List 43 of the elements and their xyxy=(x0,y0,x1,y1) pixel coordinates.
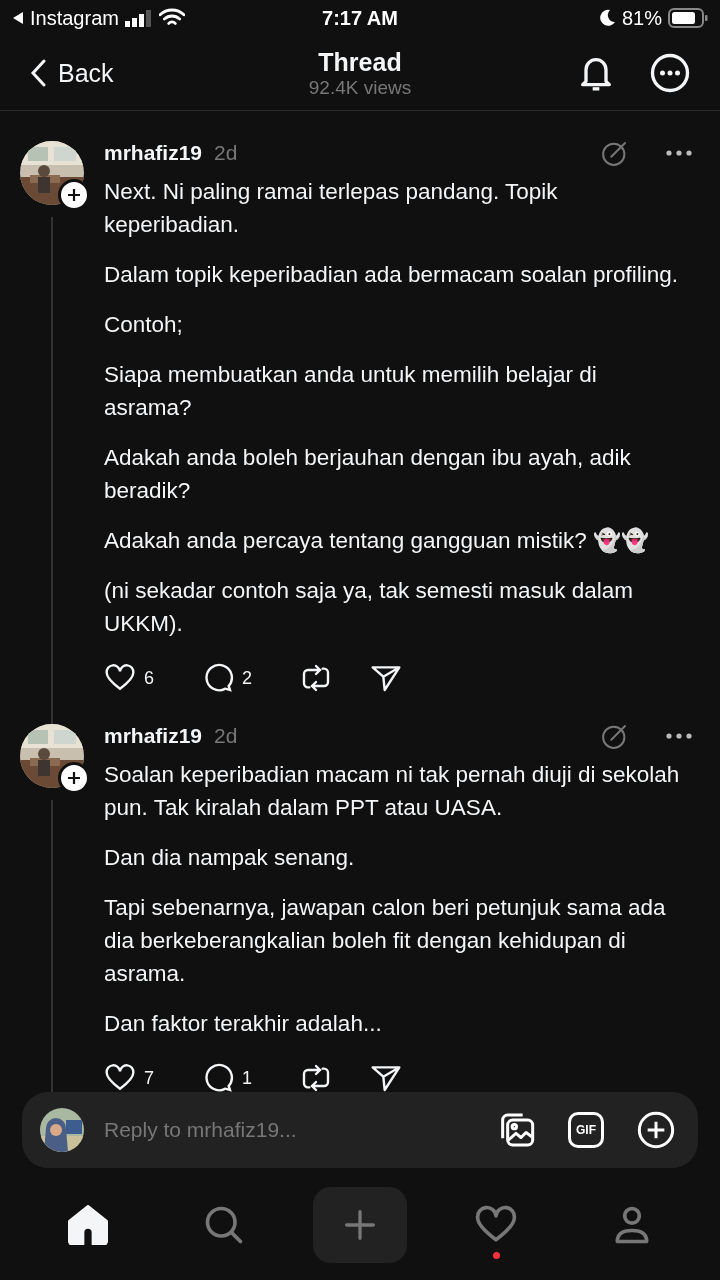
post-text: (ni sekadar contoh saja ya, tak semesti masuk dalam UKKM). xyxy=(104,577,634,638)
speech-bubble-icon xyxy=(202,1062,234,1092)
signal-icon xyxy=(124,9,153,27)
more-icon[interactable] xyxy=(666,149,692,157)
speech-bubble-icon xyxy=(202,662,234,694)
back-app-label[interactable]: Instagram xyxy=(30,6,119,30)
home-icon xyxy=(66,1205,110,1245)
post-text: Adakah anda percaya tentang gangguan mistik? 👻👻 xyxy=(104,527,651,555)
create-tab[interactable] xyxy=(313,1187,407,1263)
view-count: 92.4K views xyxy=(308,76,412,99)
heart-icon xyxy=(104,1062,136,1092)
like-button[interactable]: 6 xyxy=(104,662,202,694)
post-text: Tapi sebenarnya, jawapan calon beri petunjuk sama ada dia berkeberangkalian boleh fit dengan kehidupan di asrama. xyxy=(104,894,667,988)
post-text: Adakah anda boleh berjauhan dengan ibu ayah, adik beradik? xyxy=(104,444,632,505)
post-time: 2d xyxy=(214,724,239,748)
post-time: 2d xyxy=(214,141,239,165)
notification-dot xyxy=(493,1252,500,1259)
reply-button[interactable]: 2 xyxy=(202,662,300,694)
post-text: Soalan keperibadian macam ni tak pernah diuji di sekolah pun. Tak kiralah dalam PPT atau UASA. xyxy=(104,761,681,822)
moon-icon xyxy=(597,9,616,27)
post-text: Siapa membuatkan anda untuk memilih belajar di asrama? xyxy=(104,361,598,422)
chevron-icon xyxy=(30,59,46,87)
post-text: Next. Ni paling ramai terlepas pandang. Topik keperibadian. xyxy=(104,178,559,239)
more-icon[interactable] xyxy=(650,53,690,93)
wifi-icon xyxy=(158,8,185,28)
back-button[interactable]: Back xyxy=(30,58,230,88)
reply-button[interactable]: 1 xyxy=(202,1062,300,1092)
reply-field[interactable]: Reply to mrhafiz19... xyxy=(102,1117,478,1143)
gif-button[interactable]: GIF xyxy=(568,1112,604,1148)
battery-icon xyxy=(668,8,708,28)
username[interactable]: mrhafiz19 xyxy=(104,141,203,165)
back-arrow-icon[interactable] xyxy=(12,11,24,25)
like-button[interactable]: 7 xyxy=(104,1062,202,1092)
post-text: Dan faktor terakhir adalah... xyxy=(104,1010,383,1038)
username[interactable]: mrhafiz19 xyxy=(104,724,203,748)
post-text: Dalam topik keperibadian ada bermacam soalan profiling. xyxy=(104,261,680,289)
thread-title: Thread xyxy=(318,47,402,77)
clock: 7:17 AM xyxy=(322,6,398,30)
more-icon[interactable] xyxy=(666,732,692,740)
post-text: Dan dia nampak senang. xyxy=(104,844,356,872)
add-icon[interactable] xyxy=(636,1110,676,1150)
battery-percent: 81% xyxy=(621,6,662,30)
post-text: Contoh; xyxy=(104,311,184,339)
